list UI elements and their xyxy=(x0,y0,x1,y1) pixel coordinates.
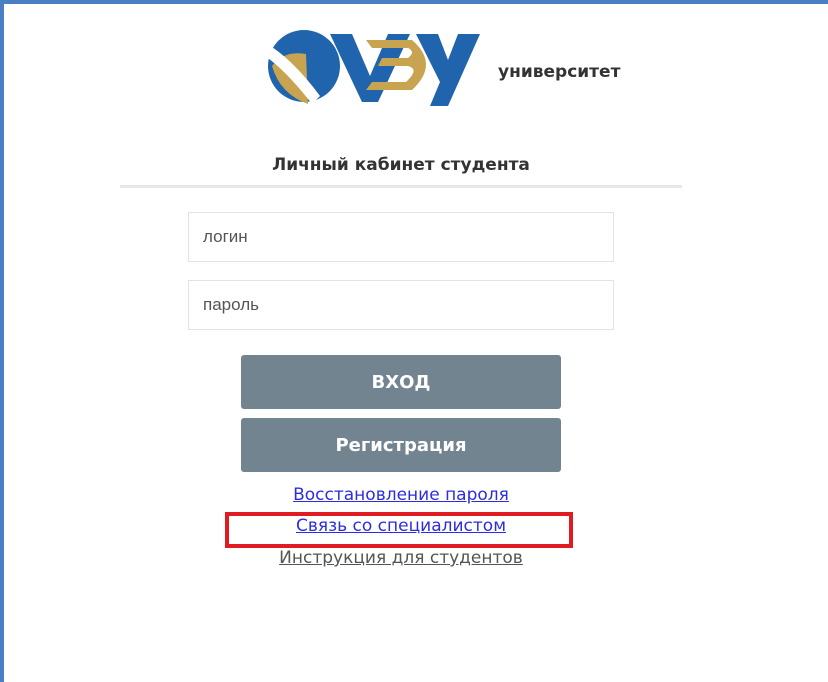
university-logo-icon xyxy=(262,30,480,106)
login-button[interactable]: ВХОД xyxy=(241,355,561,409)
student-instruction-link[interactable]: Инструкция для студентов xyxy=(200,548,602,568)
window-frame-top xyxy=(0,0,828,4)
title-divider xyxy=(120,185,682,188)
login-input[interactable] xyxy=(188,212,614,262)
page-title: Личный кабинет студента xyxy=(272,155,530,175)
restore-password-link[interactable]: Восстановление пароля xyxy=(200,485,602,505)
register-button[interactable]: Регистрация xyxy=(241,418,561,472)
password-input[interactable] xyxy=(188,280,614,330)
window-frame-left xyxy=(0,0,4,682)
logo-text: университет xyxy=(498,62,621,82)
contact-specialist-link[interactable]: Связь со специалистом xyxy=(200,516,602,536)
